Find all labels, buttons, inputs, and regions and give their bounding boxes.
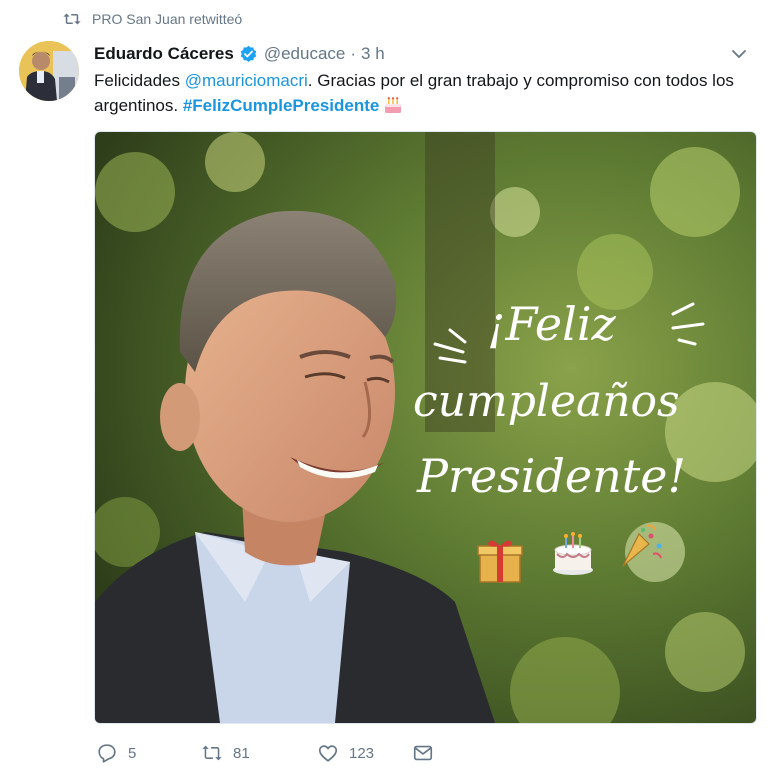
gift-icon — [477, 540, 523, 583]
avatar-photo — [19, 41, 79, 101]
greeting-line-3: Presidente! — [416, 449, 686, 503]
tweet-card[interactable]: PRO San Juan retwitteó Eduardo Cáceres @… — [0, 0, 768, 776]
retweet-context-text: PRO San Juan retwitteó — [92, 11, 243, 27]
author-handle[interactable]: @educace — [264, 44, 346, 64]
author-name[interactable]: Eduardo Cáceres — [94, 44, 234, 64]
greeting-line-2: cumpleaños — [413, 376, 680, 427]
tweet-header: Eduardo Cáceres @educace · 3 h — [94, 43, 748, 65]
tweet-text-part: Felicidades — [94, 71, 185, 90]
retweet-icon — [63, 13, 81, 25]
retweet-count: 81 — [233, 744, 250, 762]
tweet-actions: 5 81 123 — [96, 740, 434, 766]
birthday-cake-emoji — [385, 97, 402, 113]
like-button[interactable]: 123 — [317, 742, 412, 764]
retweet-icon — [202, 745, 222, 761]
direct-message-button[interactable] — [412, 742, 434, 764]
mention-link[interactable]: @mauriciomacri — [185, 71, 308, 90]
separator-dot: · — [350, 44, 357, 63]
birthday-card-image: ¡Feliz cumpleaños Presidente! — [95, 132, 756, 723]
like-icon — [318, 745, 338, 762]
tweet-media-image[interactable]: ¡Feliz cumpleaños Presidente! — [94, 131, 757, 724]
greeting-line-1: ¡Feliz — [487, 297, 617, 351]
direct-message-icon — [413, 745, 433, 761]
timestamp[interactable]: 3 h — [361, 44, 385, 64]
reply-button[interactable]: 5 — [96, 742, 201, 764]
reply-count: 5 — [128, 744, 137, 762]
tweet-text: Felicidades @mauriciomacri. Gracias por … — [94, 68, 754, 118]
reply-icon — [98, 744, 116, 763]
verified-badge-icon — [240, 45, 257, 62]
avatar[interactable] — [19, 41, 79, 101]
retweet-context[interactable]: PRO San Juan retwitteó — [62, 11, 242, 27]
caret-down-icon[interactable] — [730, 45, 748, 63]
retweet-button[interactable]: 81 — [201, 742, 317, 764]
hashtag-link[interactable]: #FelizCumplePresidente — [183, 96, 380, 115]
like-count: 123 — [349, 744, 375, 762]
